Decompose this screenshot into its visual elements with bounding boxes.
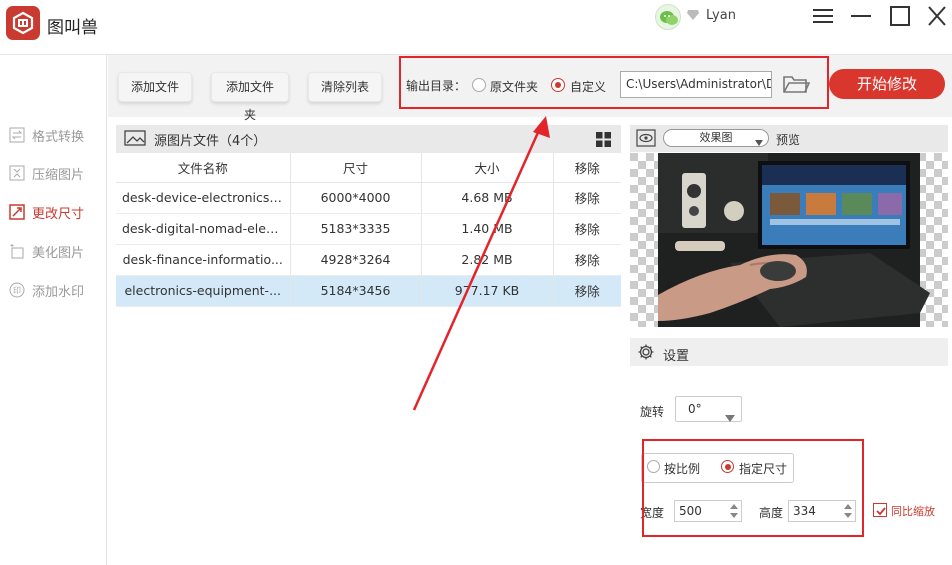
- filesize-cell: 977.17 KB: [421, 275, 554, 307]
- sidebar-item-label: 美化图片: [32, 245, 85, 261]
- chevron-down-icon: [725, 406, 735, 430]
- file-name-cell: desk-device-electronics-...: [116, 182, 291, 214]
- column-header-dimensions: 尺寸: [290, 153, 422, 183]
- dimensions-cell: 5183*3335: [290, 213, 422, 245]
- sidebar-item-compress[interactable]: 压缩图片: [8, 162, 104, 184]
- vip-diamond-icon: [686, 9, 700, 24]
- file-name-cell: desk-digital-nomad-elec...: [116, 213, 291, 245]
- eye-icon: [636, 129, 656, 150]
- chevron-down-icon: [755, 135, 763, 151]
- preview-mode-select[interactable]: 效果图: [663, 129, 769, 147]
- dimensions-cell: 5184*3456: [290, 275, 422, 307]
- filesize-cell: 4.68 MB: [421, 182, 554, 214]
- start-button[interactable]: 开始修改: [829, 69, 945, 99]
- sidebar-item-label: 格式转换: [32, 129, 85, 145]
- table-row[interactable]: desk-finance-informatio... 4928*3264 2.8…: [116, 244, 621, 276]
- file-name-cell: desk-finance-informatio...: [116, 244, 291, 276]
- filesize-cell: 1.40 MB: [421, 213, 554, 245]
- sidebar-item-label: 压缩图片: [32, 167, 85, 183]
- settings-header: 设置: [630, 338, 948, 366]
- remove-link[interactable]: 移除: [553, 182, 621, 214]
- user-name[interactable]: Lyan: [706, 8, 736, 23]
- title-bar: 图叫兽 Lyan: [0, 0, 952, 55]
- image-icon: [124, 129, 146, 149]
- file-name-cell: electronics-equipment-...: [116, 275, 291, 307]
- gear-icon: [637, 343, 655, 364]
- annotation-box-output: [399, 56, 829, 109]
- preview-mode-value: 效果图: [699, 131, 733, 144]
- column-header-name: 文件名称: [116, 153, 291, 183]
- column-header-size: 大小: [421, 153, 554, 183]
- sidebar-item-resize[interactable]: 更改尺寸: [8, 201, 104, 223]
- grid-view-icon[interactable]: [596, 132, 611, 150]
- annotation-box-size: [642, 439, 864, 537]
- sparkle-icon: [8, 242, 26, 260]
- filesize-cell: 2.82 MB: [421, 244, 554, 276]
- app-title: 图叫兽: [47, 18, 98, 38]
- remove-link[interactable]: 移除: [553, 275, 621, 307]
- remove-link[interactable]: 移除: [553, 213, 621, 245]
- preview-image: [630, 153, 948, 327]
- preview-label: 预览: [776, 133, 801, 147]
- add-file-button[interactable]: 添加文件: [118, 72, 192, 102]
- sidebar-item-beautify[interactable]: 美化图片: [8, 240, 104, 262]
- maximize-icon[interactable]: [888, 5, 912, 27]
- file-table: 文件名称 尺寸 大小 移除 desk-device-electronics-..…: [116, 153, 621, 307]
- minimize-icon[interactable]: [849, 5, 873, 27]
- menu-icon[interactable]: [811, 5, 835, 27]
- file-list-header: 源图片文件（4个）: [116, 125, 621, 153]
- close-icon[interactable]: [925, 5, 949, 27]
- sidebar-item-label: 更改尺寸: [32, 206, 85, 222]
- preview-header: 效果图 预览: [630, 125, 948, 152]
- rotate-select[interactable]: 0°: [675, 396, 742, 422]
- keep-ratio-label[interactable]: 同比缩放: [891, 503, 935, 519]
- add-folder-button[interactable]: 添加文件夹: [211, 72, 289, 122]
- table-row[interactable]: desk-device-electronics-... 6000*4000 4.…: [116, 182, 621, 214]
- rotate-value: 0°: [688, 402, 702, 416]
- dimensions-cell: 6000*4000: [290, 182, 422, 214]
- dimensions-cell: 4928*3264: [290, 244, 422, 276]
- sidebar-item-watermark[interactable]: 印 添加水印: [8, 279, 104, 301]
- table-row[interactable]: desk-digital-nomad-elec... 5183*3335 1.4…: [116, 213, 621, 245]
- rotate-label: 旋转: [640, 405, 665, 419]
- column-header-remove: 移除: [553, 153, 621, 183]
- table-row-selected[interactable]: electronics-equipment-... 5184*3456 977.…: [116, 275, 621, 307]
- app-logo-icon: [6, 6, 40, 40]
- swap-icon: [8, 126, 26, 144]
- remove-link[interactable]: 移除: [553, 244, 621, 276]
- clear-list-button[interactable]: 清除列表: [308, 72, 382, 102]
- compress-icon: [8, 164, 26, 182]
- watermark-icon: 印: [8, 281, 26, 299]
- resize-icon: [8, 203, 26, 221]
- avatar[interactable]: [655, 4, 681, 30]
- sidebar: 格式转换 压缩图片 更改尺寸 美化图片 印 添加水印: [0, 55, 107, 565]
- sidebar-item-format[interactable]: 格式转换: [8, 124, 104, 146]
- file-list-title: 源图片文件（4个）: [154, 133, 267, 149]
- sidebar-item-label: 添加水印: [32, 284, 85, 300]
- keep-ratio-checkbox[interactable]: [873, 503, 887, 517]
- svg-text:印: 印: [13, 286, 21, 295]
- settings-title: 设置: [663, 349, 690, 364]
